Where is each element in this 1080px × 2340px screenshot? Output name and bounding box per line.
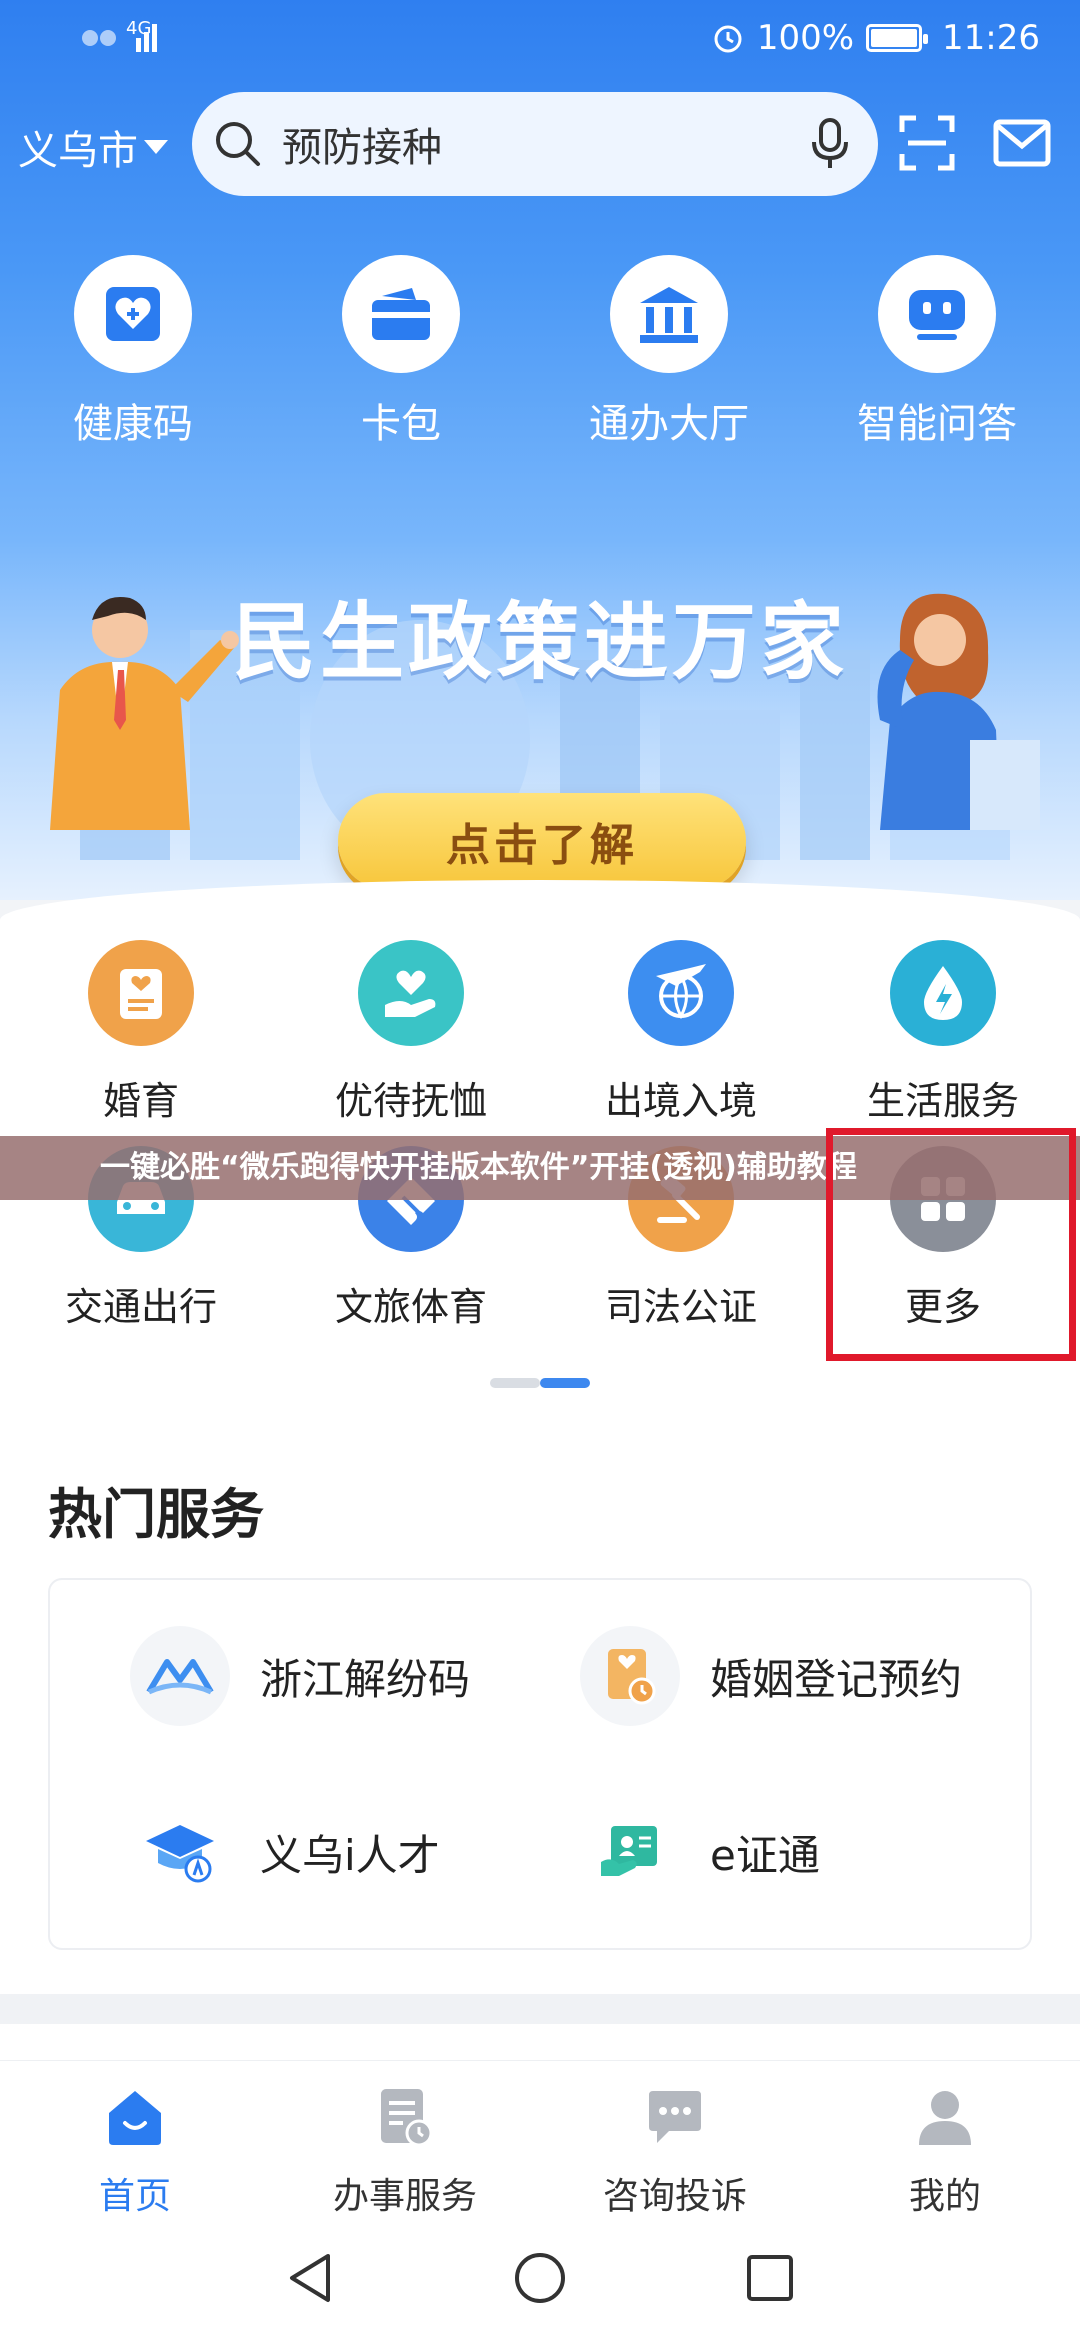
user-icon: [919, 2091, 971, 2145]
home-circle-icon[interactable]: [512, 2250, 568, 2306]
service-label: 优待抚恤: [334, 1079, 487, 1123]
page-dot-inactive: [490, 1378, 540, 1388]
message-icon[interactable]: [992, 114, 1052, 172]
health-code-icon: [74, 255, 192, 373]
hot-item-talent[interactable]: 义乌i人才: [130, 1802, 440, 1902]
hot-item-label: 浙江解纷码: [260, 1654, 471, 1704]
hot-services-title: 热门服务: [48, 1483, 264, 1546]
hot-item-label: e证通: [710, 1830, 820, 1880]
nav-services[interactable]: 办事服务: [270, 2085, 540, 2219]
service-label: 交通出行: [64, 1285, 217, 1329]
header-bar: 义乌市 预防接种: [0, 92, 1080, 198]
marriage-registration-icon: [580, 1626, 680, 1726]
wallet-icon: [342, 255, 460, 373]
quick-label: 卡包: [361, 401, 441, 447]
service-label: 文旅体育: [334, 1285, 487, 1329]
battery-icon: [866, 24, 929, 52]
quick-label: 通办大厅: [589, 401, 749, 447]
quick-label: 健康码: [73, 401, 193, 447]
microphone-icon[interactable]: [810, 118, 850, 170]
quick-wallet[interactable]: 卡包: [301, 255, 501, 449]
battery-percent: 100%: [756, 18, 855, 58]
search-icon: [216, 122, 260, 166]
nav-label: 首页: [98, 2176, 171, 2217]
service-care[interactable]: 优待抚恤: [276, 940, 546, 1125]
talent-cap-icon: [130, 1802, 230, 1902]
quick-government-hall[interactable]: 通办大厅: [569, 255, 769, 449]
quick-robot[interactable]: 智能问答: [837, 255, 1037, 449]
status-bar: 4G 100% 11:26: [0, 0, 1080, 80]
hot-item-certificate[interactable]: e证通: [580, 1802, 820, 1902]
service-label: 出境入境: [604, 1079, 757, 1123]
city-name: 义乌市: [18, 128, 138, 174]
nav-mine[interactable]: 我的: [810, 2085, 1080, 2219]
hot-item-dispute[interactable]: 浙江解纷码: [130, 1626, 470, 1726]
care-hand-icon: [358, 940, 464, 1046]
service-label: 生活服务: [866, 1079, 1019, 1123]
clock-time: 11:26: [942, 18, 1040, 58]
page-indicator: [490, 1378, 590, 1388]
hot-services-card: 浙江解纷码 婚姻登记预约 义乌i人才 e证通: [48, 1578, 1032, 1950]
recent-apps-icon[interactable]: [744, 2250, 796, 2306]
quick-health-code[interactable]: 健康码: [33, 255, 233, 449]
nav-home[interactable]: 首页: [0, 2085, 270, 2219]
quick-label: 智能问答: [857, 401, 1017, 447]
system-navigation-bar: [0, 2220, 1080, 2340]
nav-label: 咨询投诉: [602, 2176, 747, 2217]
government-hall-icon: [610, 255, 728, 373]
quick-actions: 健康码 卡包 通办大厅 智能问答: [0, 255, 1080, 455]
marriage-icon: [88, 940, 194, 1046]
nav-consult[interactable]: 咨询投诉: [540, 2085, 810, 2219]
chat-bubble-icon: [649, 2091, 701, 2143]
service-label: 婚育: [102, 1079, 179, 1123]
back-icon[interactable]: [284, 2250, 336, 2306]
section-divider: [0, 1994, 1080, 2024]
scan-icon[interactable]: [898, 114, 956, 172]
home-icon: [109, 2091, 161, 2145]
service-label: 司法公证: [604, 1285, 757, 1329]
page-dot-active: [540, 1378, 590, 1388]
robot-icon: [878, 255, 996, 373]
service-immigration[interactable]: 出境入境: [546, 940, 816, 1125]
nav-label: 我的: [908, 2176, 981, 2217]
city-selector[interactable]: 义乌市: [18, 118, 168, 176]
document-clock-icon: [381, 2089, 433, 2147]
zhejiang-dispute-icon: [130, 1626, 230, 1726]
network-type: 4G: [126, 18, 152, 39]
highlight-box: [826, 1128, 1076, 1361]
hot-item-label: 义乌i人才: [260, 1830, 440, 1880]
hot-item-label: 婚姻登记预约: [710, 1654, 963, 1704]
service-marriage[interactable]: 婚育: [6, 940, 276, 1125]
man-illustration: [50, 596, 239, 830]
alarm-icon: [714, 25, 742, 53]
hot-item-marriage-registration[interactable]: 婚姻登记预约: [580, 1626, 962, 1726]
plane-globe-icon: [628, 940, 734, 1046]
certificate-icon: [580, 1802, 680, 1902]
search-input[interactable]: 预防接种: [282, 115, 442, 173]
search-bar[interactable]: 预防接种: [192, 92, 878, 196]
signal-indicator: 4G: [80, 18, 160, 54]
dropdown-triangle-icon: [144, 140, 168, 154]
learn-more-button[interactable]: 点击了解: [338, 793, 746, 889]
water-drop-icon: [890, 940, 996, 1046]
status-right: 100% 11:26: [711, 18, 1040, 58]
service-life[interactable]: 生活服务: [808, 940, 1078, 1125]
nav-label: 办事服务: [332, 2176, 477, 2217]
bottom-navigation: 首页 办事服务 咨询投诉 我的: [0, 2060, 1080, 2220]
woman-illustration: [877, 593, 1040, 830]
